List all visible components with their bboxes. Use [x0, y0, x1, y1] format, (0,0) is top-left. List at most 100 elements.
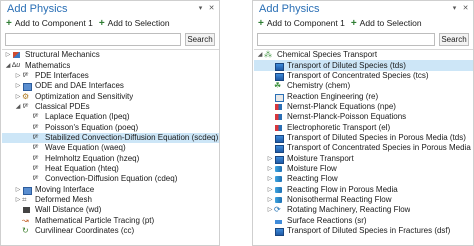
expand-toggle-icon[interactable]: ▷ — [14, 81, 22, 91]
panel-title: Add Physics — [259, 3, 320, 15]
tree-item[interactable]: ◢ ∇² Classical PDEs — [2, 102, 219, 112]
tree-item-label: Moisture Transport — [287, 153, 354, 163]
tree-item[interactable]: ▷ ODE and DAE Interfaces — [2, 81, 219, 92]
tree-item[interactable]: Transport of Concentrated Species in Por… — [254, 143, 473, 154]
expand-toggle-icon[interactable]: ▷ — [14, 71, 22, 81]
plus-icon: + — [6, 17, 12, 29]
wall-distance-icon — [22, 206, 32, 214]
search-input[interactable] — [5, 33, 181, 46]
expand-toggle-icon[interactable]: ◢ — [14, 102, 22, 112]
expand-toggle-icon[interactable]: ▷ — [14, 195, 22, 205]
plus-icon: + — [350, 17, 357, 29]
expand-toggle-icon[interactable]: ▷ — [266, 174, 274, 184]
tree-item-label: Helmholtz Equation (hzeq) — [45, 153, 140, 163]
tree-item[interactable]: Nernst-Planck-Poisson Equations — [254, 112, 473, 122]
tree-item[interactable]: ∇² Heat Equation (hteq) — [2, 164, 219, 174]
tree-item[interactable]: ∇² Wave Equation (waeq) — [2, 143, 219, 153]
tree-item-label: Transport of Diluted Species (tds) — [287, 60, 406, 70]
expand-toggle-icon[interactable]: ◢ — [4, 61, 12, 71]
tree-item[interactable]: ∇² Helmholtz Equation (hzeq) — [2, 153, 219, 163]
tree-item[interactable]: Nernst-Planck Equations (npe) — [254, 102, 473, 112]
pin-icon[interactable]: ▾ — [450, 4, 459, 13]
tree-item-label: Nernst-Planck-Poisson Equations — [287, 112, 407, 122]
tree-item-label: Reaction Engineering (re) — [287, 91, 379, 101]
add-to-selection-button[interactable]: + Add to Selection — [351, 18, 422, 28]
reaction-engineering-icon — [274, 93, 284, 102]
physics-tree[interactable]: ▷ Structural Mechanics ◢ ∆u Mathematics ▷ ∇² PD… — [2, 49, 219, 245]
species-transport-icon — [274, 227, 284, 237]
tree-item[interactable]: ◢ ∆u Mathematics — [2, 60, 219, 70]
expand-toggle-icon[interactable]: ▷ — [14, 92, 22, 102]
tree-item[interactable]: ▷ ⚙ Optimization and Sensitivity — [2, 91, 219, 101]
pin-icon[interactable]: ▾ — [196, 4, 205, 13]
tree-item[interactable]: ▷ Moisture Transport — [254, 153, 473, 164]
search-button[interactable]: Search — [185, 33, 215, 46]
expand-toggle-icon[interactable]: ▷ — [266, 195, 274, 205]
search-button[interactable]: Search — [439, 33, 469, 46]
expand-toggle-icon[interactable]: ▷ — [266, 154, 274, 164]
tree-item[interactable]: ▷ Reacting Flow — [254, 174, 473, 184]
pde-icon: ∇² — [32, 176, 39, 183]
expand-toggle-icon[interactable]: ▷ — [14, 185, 22, 195]
expand-toggle-icon[interactable]: ◢ — [256, 50, 264, 60]
pde-icon: ∇² — [22, 103, 29, 110]
tree-item[interactable]: ☘ Chemistry (chem) — [254, 81, 473, 91]
tree-item[interactable]: ▷ Nonisothermal Reacting Flow — [254, 195, 473, 205]
tree-item[interactable]: ↻ Curvilinear Coordinates (cc) — [2, 226, 219, 236]
tree-item[interactable]: Wall Distance (wd) — [2, 205, 219, 215]
tree-item[interactable]: ∇² Laplace Equation (lpeq) — [2, 112, 219, 122]
nernst-planck-icon — [274, 113, 284, 121]
tree-item-label: Deformed Mesh — [35, 194, 92, 204]
tree-item[interactable]: ◢ ⁂ Chemical Species Transport — [254, 50, 473, 60]
tree-item[interactable]: ↝ Mathematical Particle Tracing (pt) — [2, 216, 219, 226]
expand-toggle-icon[interactable]: ▷ — [266, 185, 274, 195]
add-to-selection-button[interactable]: + Add to Selection — [99, 18, 170, 28]
tree-item-label: Moisture Flow — [287, 163, 337, 173]
tree-item[interactable]: ▷ ⌗ Deformed Mesh — [2, 195, 219, 205]
tree-item[interactable]: Transport of Diluted Species in Fracture… — [254, 226, 473, 237]
title-buttons: ▾ ✕ — [196, 4, 216, 13]
tree-item-label: Mathematical Particle Tracing (pt) — [35, 215, 155, 225]
pde-icon: ∇² — [32, 165, 39, 172]
reacting-flow-icon — [274, 175, 284, 183]
tree-item[interactable]: ∇² Convection-Diffusion Equation (cdeq) — [2, 174, 219, 184]
tree-item[interactable]: ▷ Moving Interface — [2, 184, 219, 195]
close-icon[interactable]: ✕ — [461, 4, 470, 13]
mathematics-icon: ∆u — [12, 61, 21, 69]
physics-tree[interactable]: ◢ ⁂ Chemical Species Transport Transport of… — [254, 49, 473, 245]
add-to-component-button[interactable]: + Add to Component 1 — [6, 18, 93, 28]
expand-toggle-icon[interactable]: ▷ — [4, 50, 12, 60]
tree-item-label: Wave Equation (waeq) — [45, 143, 126, 153]
tree-item[interactable]: Surface Reactions (sr) — [254, 216, 473, 226]
expand-toggle-icon[interactable]: ▷ — [266, 205, 274, 215]
tree-item[interactable]: Reaction Engineering (re) — [254, 91, 473, 102]
close-icon[interactable]: ✕ — [207, 4, 216, 13]
tree-item-label: Nernst-Planck Equations (npe) — [287, 101, 396, 111]
tree-item[interactable]: Electrophoretic Transport (el) — [254, 122, 473, 132]
tree-item[interactable]: ▷ ⟳ Rotating Machinery, Reacting Flow — [254, 205, 473, 215]
tree-item-label: Transport of Diluted Species in Fracture… — [287, 226, 451, 236]
species-transport-icon — [274, 144, 284, 154]
tree-item[interactable]: ▷ Reacting Flow in Porous Media — [254, 184, 473, 194]
tree-item[interactable]: Transport of Diluted Species (tds) — [254, 60, 473, 71]
tree-item-label: ODE and DAE Interfaces — [35, 81, 124, 91]
expand-toggle-icon[interactable]: ▷ — [266, 164, 274, 174]
nernst-planck-icon — [274, 103, 284, 111]
tree-item[interactable]: Transport of Diluted Species in Porous M… — [254, 133, 473, 143]
tree-item[interactable]: ▷ Moisture Flow — [254, 164, 473, 174]
add-to-component-button[interactable]: + Add to Component 1 — [258, 18, 345, 28]
structural-mechanics-icon — [12, 51, 22, 59]
tree-item[interactable]: ∇² Stabilized Convection-Diffusion Equati… — [2, 132, 219, 144]
pde-icon: ∇² — [22, 72, 29, 79]
nernst-planck-icon — [274, 124, 284, 132]
tree-item[interactable]: ▷ ∇² PDE Interfaces — [2, 71, 219, 81]
tree-item[interactable]: ∇² Poisson's Equation (poeq) — [2, 122, 219, 132]
add-to-component-label: Add to Component 1 — [266, 18, 345, 28]
tree-item[interactable]: Transport of Concentrated Species (tcs) — [254, 71, 473, 81]
tree-item-label: Chemistry (chem) — [287, 81, 351, 91]
interface-icon — [22, 186, 32, 195]
tree-item-label: Moving Interface — [35, 184, 95, 194]
tree-item[interactable]: ▷ Structural Mechanics — [2, 50, 219, 60]
search-input[interactable] — [257, 33, 435, 46]
tree-item-label: Convection-Diffusion Equation (cdeq) — [45, 174, 178, 184]
